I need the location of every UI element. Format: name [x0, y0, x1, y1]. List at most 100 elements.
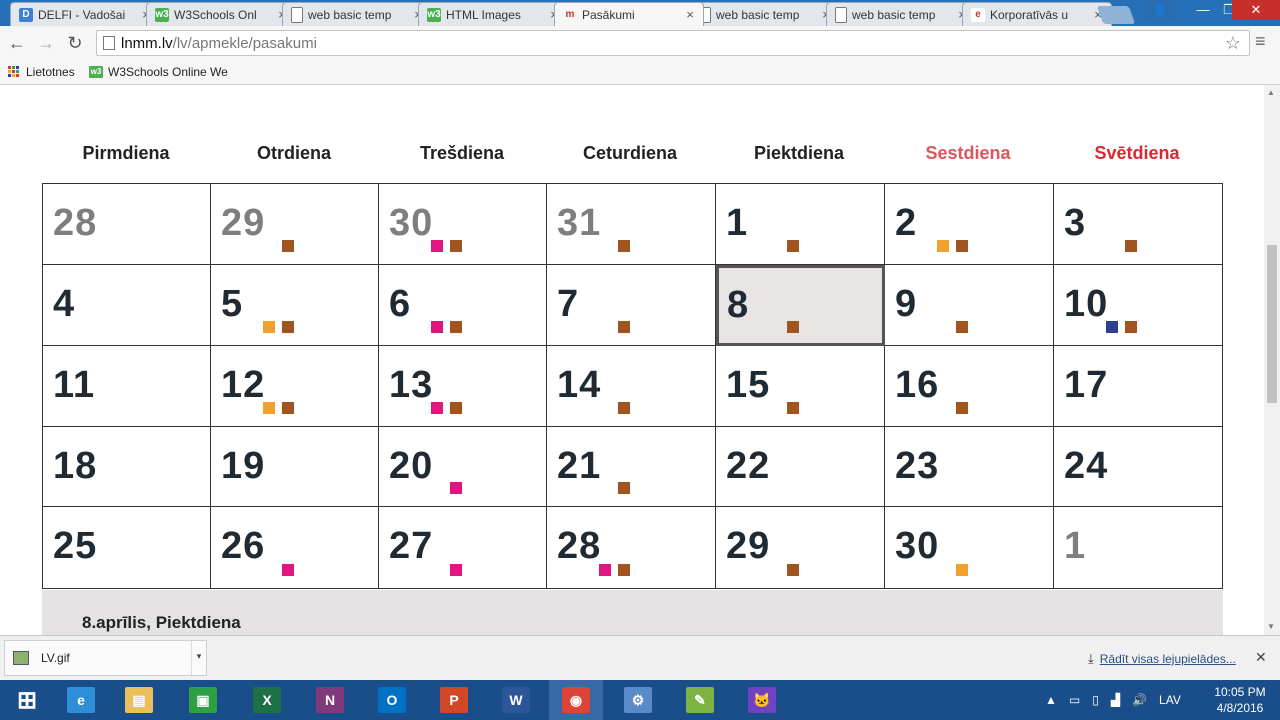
calendar-day-cell[interactable]: 30 — [379, 184, 547, 265]
event-marker-brown[interactable] — [282, 402, 294, 414]
tab-close-icon[interactable]: × — [683, 7, 697, 22]
calendar-day-cell[interactable]: 11 — [43, 346, 211, 427]
calendar-day-cell[interactable]: 16 — [885, 346, 1054, 427]
tab-6[interactable]: web basic temp× — [826, 2, 976, 26]
calendar-day-cell[interactable]: 24 — [1054, 427, 1223, 507]
calendar-day-cell[interactable]: 25 — [43, 507, 211, 589]
event-marker-brown[interactable] — [618, 402, 630, 414]
event-marker-pink[interactable] — [431, 240, 443, 252]
download-options-chevron-icon[interactable]: ▾ — [191, 641, 206, 675]
calendar-day-cell[interactable]: 8 — [716, 265, 885, 346]
taskbar-github-desktop[interactable]: 🐱 — [735, 680, 789, 720]
event-marker-brown[interactable] — [956, 240, 968, 252]
calendar-day-cell[interactable]: 29 — [211, 184, 379, 265]
event-marker-orange[interactable] — [937, 240, 949, 252]
volume-icon[interactable]: 🔊 — [1132, 693, 1147, 707]
tab-1[interactable]: w3W3Schools Onl× — [146, 2, 296, 26]
event-marker-brown[interactable] — [450, 240, 462, 252]
event-marker-pink[interactable] — [599, 564, 611, 576]
taskbar-chrome[interactable]: ◉ — [549, 680, 603, 720]
event-marker-brown[interactable] — [282, 321, 294, 333]
taskbar-notepad[interactable]: ✎ — [673, 680, 727, 720]
show-all-downloads-link[interactable]: ⤓ Rādīt visas lejupielādes... — [1088, 651, 1236, 667]
download-item[interactable]: LV.gif ▾ — [4, 640, 207, 676]
action-center-icon[interactable]: ▭ — [1069, 693, 1080, 707]
taskbar-outlook[interactable]: O — [365, 680, 419, 720]
event-marker-brown[interactable] — [618, 482, 630, 494]
taskbar-internet-explorer[interactable]: e — [54, 680, 108, 720]
calendar-day-cell[interactable]: 10 — [1054, 265, 1223, 346]
calendar-day-cell[interactable]: 4 — [43, 265, 211, 346]
page-scrollbar[interactable]: ▲ ▼ — [1264, 85, 1280, 635]
calendar-day-cell[interactable]: 6 — [379, 265, 547, 346]
chrome-menu-icon[interactable]: ≡ — [1255, 31, 1266, 52]
calendar-day-cell[interactable]: 20 — [379, 427, 547, 507]
scroll-up-arrow-icon[interactable]: ▲ — [1267, 88, 1275, 97]
reload-button[interactable]: ↻ — [63, 31, 87, 55]
calendar-day-cell[interactable]: 7 — [547, 265, 716, 346]
event-marker-orange[interactable] — [263, 321, 275, 333]
event-marker-brown[interactable] — [618, 240, 630, 252]
back-button[interactable]: ← — [5, 31, 29, 55]
network-icon[interactable]: ▟ — [1111, 693, 1120, 707]
event-marker-pink[interactable] — [431, 321, 443, 333]
event-marker-brown[interactable] — [787, 402, 799, 414]
calendar-day-cell[interactable]: 26 — [211, 507, 379, 589]
close-window-button[interactable]: ✕ — [1232, 0, 1280, 20]
event-marker-brown[interactable] — [787, 240, 799, 252]
new-tab-button[interactable] — [1096, 6, 1136, 24]
calendar-day-cell[interactable]: 27 — [379, 507, 547, 589]
calendar-day-cell[interactable]: 2 — [885, 184, 1054, 265]
taskbar-powerpoint[interactable]: P — [427, 680, 481, 720]
tab-2[interactable]: web basic temp× — [282, 2, 432, 26]
battery-icon[interactable]: ▯ — [1092, 693, 1099, 707]
event-marker-pink[interactable] — [450, 482, 462, 494]
bookmark-w3schools[interactable]: w3 W3Schools Online We — [89, 63, 228, 81]
calendar-day-cell[interactable]: 1 — [1054, 507, 1223, 589]
calendar-day-cell[interactable]: 31 — [547, 184, 716, 265]
taskbar-store[interactable]: ▣ — [176, 680, 230, 720]
event-marker-brown[interactable] — [787, 321, 799, 333]
event-marker-pink[interactable] — [282, 564, 294, 576]
event-marker-brown[interactable] — [1125, 321, 1137, 333]
bookmark-star-icon[interactable]: ☆ — [1225, 33, 1241, 54]
taskbar-control-panel[interactable]: ⚙ — [611, 680, 665, 720]
calendar-day-cell[interactable]: 29 — [716, 507, 885, 589]
calendar-day-cell[interactable]: 5 — [211, 265, 379, 346]
tab-4[interactable]: m Pasākumi × — [554, 2, 704, 26]
close-download-shelf-icon[interactable]: ✕ — [1255, 649, 1267, 666]
calendar-day-cell[interactable]: 28 — [43, 184, 211, 265]
taskbar-windows-start[interactable]: ⊞ — [0, 680, 54, 720]
event-marker-orange[interactable] — [956, 564, 968, 576]
forward-button[interactable]: → — [34, 31, 58, 55]
event-marker-blue[interactable] — [1106, 321, 1118, 333]
language-indicator[interactable]: LAV — [1159, 693, 1181, 707]
taskbar-clock[interactable]: 10:05 PM 4/8/2016 — [1205, 684, 1275, 716]
calendar-day-cell[interactable]: 28 — [547, 507, 716, 589]
event-marker-pink[interactable] — [431, 402, 443, 414]
calendar-day-cell[interactable]: 30 — [885, 507, 1054, 589]
user-icon[interactable]: 👤 — [1145, 0, 1175, 20]
event-marker-brown[interactable] — [618, 564, 630, 576]
event-marker-orange[interactable] — [263, 402, 275, 414]
calendar-day-cell[interactable]: 9 — [885, 265, 1054, 346]
event-marker-brown[interactable] — [787, 564, 799, 576]
tray-expand-icon[interactable]: ▲ — [1045, 693, 1057, 707]
event-marker-brown[interactable] — [956, 321, 968, 333]
tab-7[interactable]: e Korporatīvās u × — [962, 2, 1112, 26]
scroll-down-arrow-icon[interactable]: ▼ — [1267, 622, 1275, 631]
tab-5[interactable]: web basic temp× — [690, 2, 840, 26]
event-marker-brown[interactable] — [956, 402, 968, 414]
event-marker-brown[interactable] — [618, 321, 630, 333]
taskbar-onenote[interactable]: N — [303, 680, 357, 720]
scrollbar-thumb[interactable] — [1267, 245, 1277, 403]
taskbar-excel[interactable]: X — [240, 680, 294, 720]
minimize-button[interactable]: — — [1190, 0, 1216, 20]
calendar-day-cell[interactable]: 14 — [547, 346, 716, 427]
bookmark-apps[interactable]: Lietotnes — [8, 63, 75, 81]
calendar-day-cell[interactable]: 18 — [43, 427, 211, 507]
calendar-day-cell[interactable]: 22 — [716, 427, 885, 507]
calendar-day-cell[interactable]: 23 — [885, 427, 1054, 507]
calendar-day-cell[interactable]: 15 — [716, 346, 885, 427]
taskbar-file-explorer[interactable]: ▤ — [112, 680, 166, 720]
